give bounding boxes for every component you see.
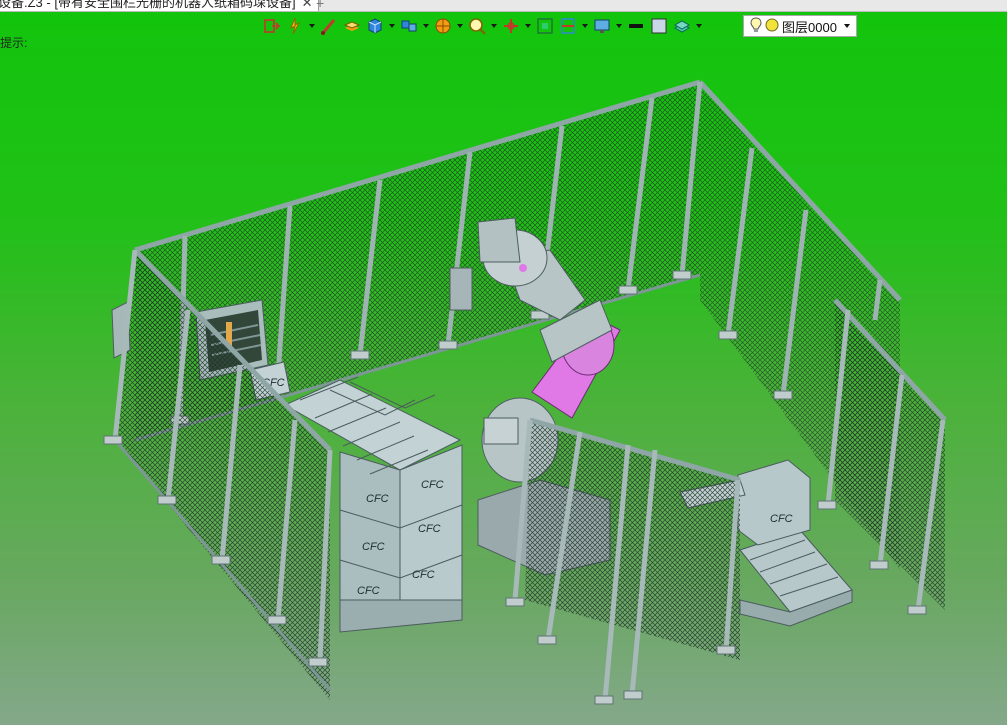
pan-icon[interactable]	[501, 15, 521, 37]
carton-label: CFC	[770, 513, 793, 525]
view-toolbar	[262, 14, 703, 38]
circle-icon[interactable]	[765, 18, 779, 35]
fill-color-icon[interactable]	[649, 15, 669, 37]
brush-icon[interactable]	[319, 15, 339, 37]
chevron-down-icon[interactable]	[308, 15, 316, 37]
multi-cube-icon[interactable]	[399, 15, 419, 37]
close-icon[interactable]: ✕	[302, 0, 313, 11]
chevron-down-icon[interactable]	[490, 15, 498, 37]
fence-center-front	[525, 417, 741, 660]
carton-label: CFC	[412, 569, 435, 581]
chevron-down-icon[interactable]	[388, 15, 396, 37]
carton-label: CFC	[418, 523, 441, 535]
layer-stack-icon[interactable]	[672, 15, 692, 37]
chevron-down-icon[interactable]	[524, 15, 532, 37]
document-tab[interactable]: 设备.Z3 - [带有安全围栏光栅的机器人纸箱码垛设备] ✕	[0, 0, 320, 11]
chevron-down-icon[interactable]	[844, 24, 850, 28]
chevron-down-icon[interactable]	[615, 15, 623, 37]
document-tab-title: 设备.Z3 - [带有安全围栏光栅的机器人纸箱码垛设备]	[0, 0, 296, 10]
section-icon[interactable]	[558, 15, 578, 37]
tab-strip: 设备.Z3 - [带有安全围栏光栅的机器人纸箱码垛设备] ✕ +	[0, 0, 1007, 12]
carton-label: CFC	[357, 585, 380, 597]
chevron-down-icon[interactable]	[456, 15, 464, 37]
chevron-down-icon[interactable]	[422, 15, 430, 37]
chevron-down-icon[interactable]	[581, 15, 589, 37]
cube-icon[interactable]	[365, 15, 385, 37]
display-icon[interactable]	[592, 15, 612, 37]
layer-select[interactable]: 图层0000	[743, 15, 857, 37]
zoom-icon[interactable]	[467, 15, 487, 37]
ball-icon[interactable]	[433, 15, 453, 37]
bulb-icon[interactable]	[750, 16, 762, 36]
light-icon[interactable]	[285, 15, 305, 37]
workcell-scene[interactable]: CFC CFC CFC CFC CFC CFC CFC CFC	[0, 12, 1007, 725]
stack-icon[interactable]	[342, 15, 362, 37]
carton-label: CFC	[362, 541, 385, 553]
line-color-icon[interactable]	[626, 15, 646, 37]
3d-viewport[interactable]: CFC CFC CFC CFC CFC CFC CFC CFC 提示:	[0, 12, 1007, 725]
new-tab-button[interactable]: +	[316, 0, 324, 11]
chevron-down-icon[interactable]	[695, 15, 703, 37]
layer-name: 图层0000	[782, 19, 837, 35]
fit-view-icon[interactable]	[535, 15, 555, 37]
carton-label: CFC	[421, 479, 444, 491]
carton-label: CFC	[366, 493, 389, 505]
hint-label: 提示:	[0, 36, 28, 50]
exit-sketch-icon[interactable]	[262, 15, 282, 37]
